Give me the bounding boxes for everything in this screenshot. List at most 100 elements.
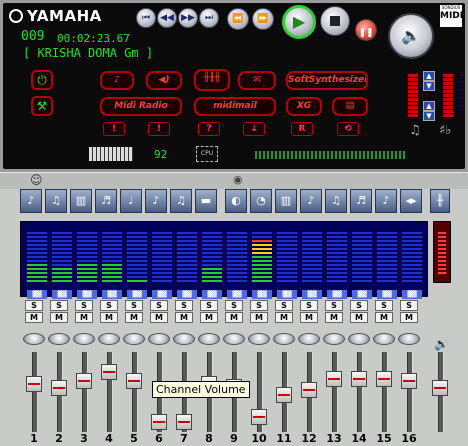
- repeat-button[interactable]: ⟲: [337, 122, 359, 136]
- bass-icon[interactable]: ♩: [120, 189, 142, 213]
- volume-fader-11[interactable]: [276, 387, 292, 403]
- solo-button-9[interactable]: S: [225, 300, 243, 311]
- volume-fader-2[interactable]: [51, 380, 67, 396]
- help-button[interactable]: ?: [198, 122, 220, 136]
- pan-knob-1[interactable]: [23, 333, 45, 345]
- fast-rewind-button[interactable]: ⏪: [227, 8, 249, 30]
- pause-button[interactable]: ❚❚: [355, 19, 377, 41]
- volume-fader-16[interactable]: [401, 373, 417, 389]
- score-button[interactable]: ✉: [238, 71, 276, 90]
- pipe-icon[interactable]: ◔: [250, 189, 272, 213]
- solo-button-5[interactable]: S: [125, 300, 143, 311]
- mute-button-2[interactable]: M: [50, 312, 68, 323]
- softsynth-button[interactable]: SoftSynthesizer: [286, 71, 368, 90]
- brass-icon[interactable]: ▬: [195, 189, 217, 213]
- volume-fader-15[interactable]: [376, 371, 392, 387]
- midimail-button[interactable]: midimail: [194, 97, 276, 116]
- rewind-small-button[interactable]: ◀◀: [157, 8, 177, 28]
- mute-button-3[interactable]: M: [75, 312, 93, 323]
- volume-fader-1[interactable]: [26, 376, 42, 392]
- mute-button-5[interactable]: M: [125, 312, 143, 323]
- mute-button-16[interactable]: M: [400, 312, 418, 323]
- mute-button-1[interactable]: M: [25, 312, 43, 323]
- solo-button-16[interactable]: S: [400, 300, 418, 311]
- note2-icon[interactable]: ♬: [350, 189, 372, 213]
- organ-icon[interactable]: ▥: [70, 189, 92, 213]
- small-button-2[interactable]: !: [148, 122, 170, 136]
- key-down-button[interactable]: ▼: [423, 81, 435, 91]
- pan-knob-5[interactable]: [123, 333, 145, 345]
- volume-fader-7[interactable]: [176, 414, 192, 430]
- mute-button-14[interactable]: M: [350, 312, 368, 323]
- volume-fader-12[interactable]: [301, 382, 317, 398]
- volume-fader-14[interactable]: [351, 371, 367, 387]
- ensemble-icon[interactable]: ♫: [170, 189, 192, 213]
- mute-button-11[interactable]: M: [275, 312, 293, 323]
- solo-button-3[interactable]: S: [75, 300, 93, 311]
- arrows-icon[interactable]: ◂▸: [400, 189, 422, 213]
- solo-button-8[interactable]: S: [200, 300, 218, 311]
- mute-button-10[interactable]: M: [250, 312, 268, 323]
- solo-button-4[interactable]: S: [100, 300, 118, 311]
- pan-knob-14[interactable]: [348, 333, 370, 345]
- forward-small-button[interactable]: ▶▶: [178, 8, 198, 28]
- pan-knob-3[interactable]: [73, 333, 95, 345]
- synth-lead-icon[interactable]: ▥: [275, 189, 297, 213]
- pan-knob-2[interactable]: [48, 333, 70, 345]
- pan-knob-12[interactable]: [298, 333, 320, 345]
- solo-button-1[interactable]: S: [25, 300, 43, 311]
- guitar-button[interactable]: ♪: [100, 71, 134, 90]
- settings-button[interactable]: ⚒: [31, 96, 53, 116]
- solo-button-12[interactable]: S: [300, 300, 318, 311]
- pan-knob-13[interactable]: [323, 333, 345, 345]
- volume-fader-6[interactable]: [151, 414, 167, 430]
- mute-button-4[interactable]: M: [100, 312, 118, 323]
- chromatic-icon[interactable]: ♫: [45, 189, 67, 213]
- note3-icon[interactable]: ♪: [375, 189, 397, 213]
- stop-button[interactable]: [320, 6, 350, 36]
- power-button[interactable]: ⏻: [31, 70, 53, 90]
- record-button[interactable]: R: [291, 122, 313, 136]
- skip-back-button[interactable]: ⏮: [136, 8, 156, 28]
- mute-button-7[interactable]: M: [175, 312, 193, 323]
- mute-button-6[interactable]: M: [150, 312, 168, 323]
- play-button[interactable]: ▶: [282, 5, 316, 39]
- solo-button-6[interactable]: S: [150, 300, 168, 311]
- mute-button-8[interactable]: M: [200, 312, 218, 323]
- solo-button-15[interactable]: S: [375, 300, 393, 311]
- solo-button-14[interactable]: S: [350, 300, 368, 311]
- volume-fader-4[interactable]: [101, 364, 117, 380]
- mute-button-15[interactable]: M: [375, 312, 393, 323]
- eq-button[interactable]: ╫╫╫: [194, 69, 230, 91]
- solo-button-13[interactable]: S: [325, 300, 343, 311]
- reed-icon[interactable]: ◐: [225, 189, 247, 213]
- mixer-icon[interactable]: ╫: [430, 189, 450, 213]
- solo-button-10[interactable]: S: [250, 300, 268, 311]
- solo-button-7[interactable]: S: [175, 300, 193, 311]
- synth-pad-icon[interactable]: ♪: [300, 189, 322, 213]
- pan-knob-8[interactable]: [198, 333, 220, 345]
- pan-knob-6[interactable]: [148, 333, 170, 345]
- note-icon[interactable]: ♫: [325, 189, 347, 213]
- volume-fader-10[interactable]: [251, 409, 267, 425]
- volume-knob[interactable]: 🔈: [388, 13, 434, 59]
- speaker-config-button[interactable]: ◀): [146, 71, 182, 90]
- pan-knob-16[interactable]: [398, 333, 420, 345]
- pan-knob-7[interactable]: [173, 333, 195, 345]
- volume-fader-3[interactable]: [76, 373, 92, 389]
- midi-radio-button[interactable]: Midi Radio: [100, 97, 182, 116]
- tempo-up-button[interactable]: ▲: [423, 101, 435, 111]
- pan-knob-9[interactable]: [223, 333, 245, 345]
- volume-fader-5[interactable]: [126, 373, 142, 389]
- piano-icon[interactable]: ♪: [20, 189, 42, 213]
- pan-knob-4[interactable]: [98, 333, 120, 345]
- tempo-down-button[interactable]: ▼: [423, 111, 435, 121]
- grip-icon[interactable]: ◉: [233, 173, 243, 186]
- skip-forward-button[interactable]: ⏭: [199, 8, 219, 28]
- volume-fader-13[interactable]: [326, 371, 342, 387]
- mute-button-12[interactable]: M: [300, 312, 318, 323]
- solo-button-2[interactable]: S: [50, 300, 68, 311]
- pan-knob-10[interactable]: [248, 333, 270, 345]
- solo-button-11[interactable]: S: [275, 300, 293, 311]
- strings-icon[interactable]: ♪: [145, 189, 167, 213]
